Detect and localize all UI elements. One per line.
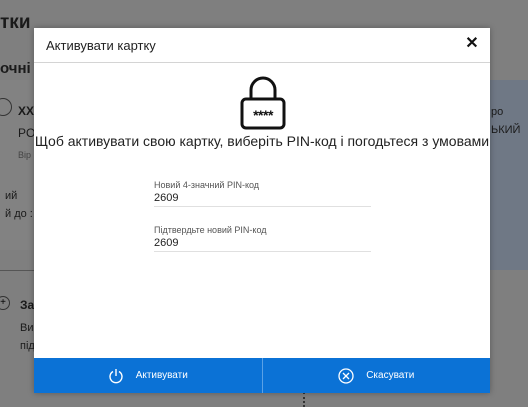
dialog-title: Активувати картку xyxy=(46,38,156,53)
lock-stars-text: **** xyxy=(253,107,273,123)
background-section-title: очні xyxy=(0,60,31,77)
dialog-header: Активувати картку ✕ xyxy=(34,28,490,63)
new-pin-label: Новий 4-значний PIN-код xyxy=(154,180,260,190)
cancel-circle-icon xyxy=(338,367,354,384)
background-divider xyxy=(0,270,35,271)
power-icon xyxy=(109,368,123,383)
background-text: За xyxy=(20,298,35,312)
cancel-button[interactable]: Скасувати xyxy=(261,358,490,393)
background-text: PO xyxy=(18,126,36,140)
background-text: під xyxy=(20,340,35,352)
background-text: ий xyxy=(5,190,18,202)
confirm-pin-label: Підтвердьте новий PIN-код xyxy=(154,225,267,235)
new-pin-field: Новий 4-значний PIN-код 2609 xyxy=(154,180,371,207)
plus-circle-icon: + xyxy=(0,296,10,310)
background-text: ро xyxy=(491,106,504,118)
activate-card-dialog: Активувати картку ✕ **** Щоб активувати … xyxy=(34,28,490,393)
background-text: Ви xyxy=(20,322,34,334)
confirm-pin-field: Підтвердьте новий PIN-код 2609 xyxy=(154,225,371,252)
background-text: ЬКИЙ xyxy=(491,124,521,136)
background-dotted-line xyxy=(303,392,305,407)
background-page-title: тки xyxy=(0,12,31,33)
background-text: XX xyxy=(18,104,35,118)
dialog-footer: Активувати Скасувати xyxy=(34,358,490,393)
activate-button[interactable]: Активувати xyxy=(34,358,262,393)
dialog-heading: Щоб активувати свою картку, виберіть PIN… xyxy=(34,133,490,149)
background-text: Bip xyxy=(18,150,32,160)
confirm-pin-input[interactable]: 2609 xyxy=(154,237,371,251)
lock-icon: **** xyxy=(240,76,286,135)
activate-button-label: Активувати xyxy=(135,370,188,381)
close-icon[interactable]: ✕ xyxy=(464,36,480,52)
cancel-button-label: Скасувати xyxy=(366,370,415,381)
new-pin-input[interactable]: 2609 xyxy=(154,192,371,206)
